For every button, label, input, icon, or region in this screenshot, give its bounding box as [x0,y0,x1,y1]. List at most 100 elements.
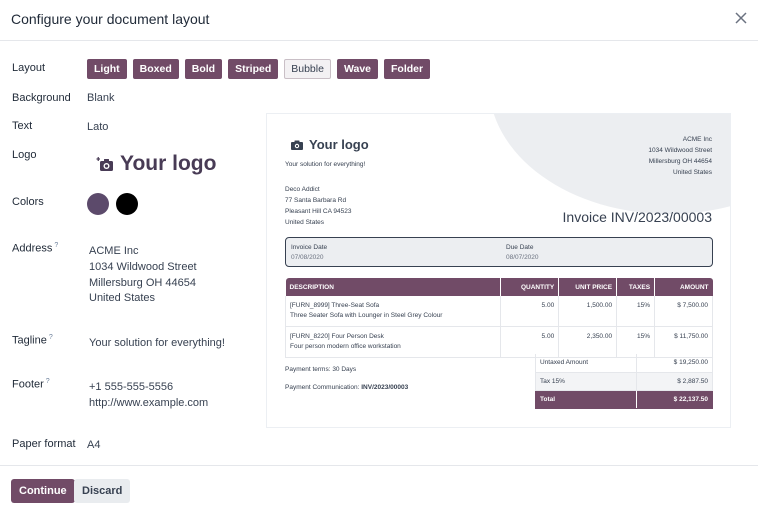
communication-label: Payment Communication: [285,384,362,391]
due-date-value: 08/07/2020 [506,254,539,261]
table-header-row: DESCRIPTION QUANTITY UNIT PRICE TAXES AM… [285,278,713,296]
address-help-icon[interactable]: ? [54,242,58,249]
footer-line: +1 555-555-5556 [89,381,174,393]
camera-icon [291,140,303,150]
preview-invoice-title: Invoice INV/2023/00003 [562,209,712,225]
column-header: UNIT PRICE [558,278,618,296]
layout-bold-button[interactable]: Bold [184,59,223,79]
background-label: Background [12,92,71,104]
company-line: United States [672,169,712,176]
line-price: 2,350.00 [558,326,618,358]
address-label-wrap: Address? [12,242,58,255]
tagline-help-icon[interactable]: ? [49,334,53,341]
line-tax: 15% [616,326,656,358]
line-code: [FURN_8999] Three-Seat Sofa [290,302,380,309]
totals-value: $ 22,137.50 [636,390,713,409]
preview-payment-terms: Payment terms: 30 Days [285,366,357,373]
line-tax: 15% [616,296,656,327]
column-header: AMOUNT [654,278,713,296]
tagline-label: Tagline [12,334,47,347]
layout-wave-button[interactable]: Wave [336,59,378,79]
paper-format-value[interactable]: A4 [87,439,100,451]
tagline-label-wrap: Tagline? [12,334,53,347]
totals-row: Tax 15% $ 2,887.50 [534,372,713,391]
line-amount: $ 7,500.00 [654,296,713,327]
background-value[interactable]: Blank [87,92,115,104]
preview-customer-address: Deco Addict 77 Santa Barbara Rd Pleasant… [285,184,352,228]
totals-row: Untaxed Amount $ 19,250.00 [534,354,713,373]
preview-tagline: Your solution for everything! [285,161,366,168]
preview-lines-table: DESCRIPTION QUANTITY UNIT PRICE TAXES AM… [284,278,713,358]
secondary-color-swatch[interactable] [116,193,138,215]
primary-color-swatch[interactable] [87,193,109,215]
line-amount: $ 11,750.00 [654,326,713,358]
invoice-date-label: Invoice Date [291,244,328,251]
invoice-date-value: 07/08/2020 [291,254,324,261]
line-desc: Three Seater Sofa with Lounger in Steel … [290,312,443,319]
table-row: [FURN_8999] Three-Seat Sofa Three Seater … [284,296,713,327]
dialog-header: Configure your document layout [0,0,758,41]
discard-button[interactable]: Discard [74,479,131,503]
customer-line: Pleasant Hill CA 94523 [285,208,352,215]
invoice-date-block: Invoice Date 07/08/2020 [291,243,327,263]
totals-value: $ 19,250.00 [636,354,713,373]
preview-dates-box: Invoice Date 07/08/2020 Due Date 08/07/2… [285,237,713,267]
preview-payment-communication: Payment Communication: INV/2023/00003 [285,384,408,391]
company-line: Millersburg OH 44654 [648,158,712,165]
column-header: QUANTITY [500,278,560,296]
customer-line: Deco Addict [285,186,320,193]
address-line: United States [89,292,156,305]
footer-label-wrap: Footer? [12,378,50,391]
address-line: Millersburg OH 44654 [89,276,196,289]
totals-value: $ 2,887.50 [636,372,713,391]
preview-company-address: ACME Inc 1034 Wildwood Street Millersbur… [648,134,712,178]
logo-upload[interactable]: Your logo [96,152,216,176]
dialog-title: Configure your document layout [11,11,210,27]
totals-label: Tax 15% [534,372,638,391]
footer-help-icon[interactable]: ? [46,378,50,385]
line-desc: Four person modern office workstation [290,343,401,350]
due-date-label: Due Date [506,244,534,251]
text-label: Text [12,120,33,132]
layout-light-button[interactable]: Light [87,59,127,79]
due-date-block: Due Date 08/07/2020 [506,243,539,263]
preview-totals-table: Untaxed Amount $ 19,250.00 Tax 15% $ 2,8… [534,354,713,409]
communication-value: INV/2023/00003 [361,384,409,391]
layout-striped-button[interactable]: Striped [228,59,279,79]
totals-label: Total [534,390,638,409]
column-header: DESCRIPTION [285,278,502,296]
close-icon[interactable] [733,10,749,26]
logo-placeholder-text: Your logo [120,152,217,175]
customer-line: 77 Santa Barbara Rd [285,197,347,204]
preview-logo-text: Your logo [309,137,369,152]
invoice-preview: Your logo Your solution for everything! … [266,113,731,428]
line-price: 1,500.00 [558,296,618,327]
continue-button[interactable]: Continue [11,479,75,503]
company-address: ACME Inc 1034 Wildwood Street Millersbur… [89,244,197,307]
preview-logo: Your logo [291,137,369,152]
font-value[interactable]: Lato [87,121,108,133]
company-line: 1034 Wildwood Street [648,147,712,154]
company-line: ACME Inc [682,136,712,143]
layout-boxed-button[interactable]: Boxed [132,59,179,79]
layout-options: Light Boxed Bold Striped Bubble Wave Fol… [87,59,431,79]
paper-format-label: Paper format [12,438,76,450]
footer-label: Footer [12,378,44,391]
footer-input[interactable]: +1 555-555-5556 http://www.example.com [89,380,208,412]
layout-bubble-button[interactable]: Bubble [284,59,331,79]
line-code: [FURN_8220] Four Person Desk [290,333,384,340]
colors-label: Colors [12,196,44,208]
dialog-footer: Continue Discard [0,465,758,513]
camera-plus-icon [96,157,113,171]
layout-folder-button[interactable]: Folder [384,59,431,79]
totals-row-grand: Total $ 22,137.50 [534,390,713,409]
totals-label: Untaxed Amount [534,354,638,373]
layout-label: Layout [12,62,46,74]
line-qty: 5.00 [500,296,560,327]
column-header: TAXES [616,278,656,296]
tagline-input[interactable]: Your solution for everything! [89,337,225,349]
line-description: [FURN_8220] Four Person Desk Four person … [284,326,502,358]
address-line: 1034 Wildwood Street [89,260,197,273]
footer-line: http://www.example.com [89,396,209,409]
address-line: ACME Inc [89,245,139,257]
